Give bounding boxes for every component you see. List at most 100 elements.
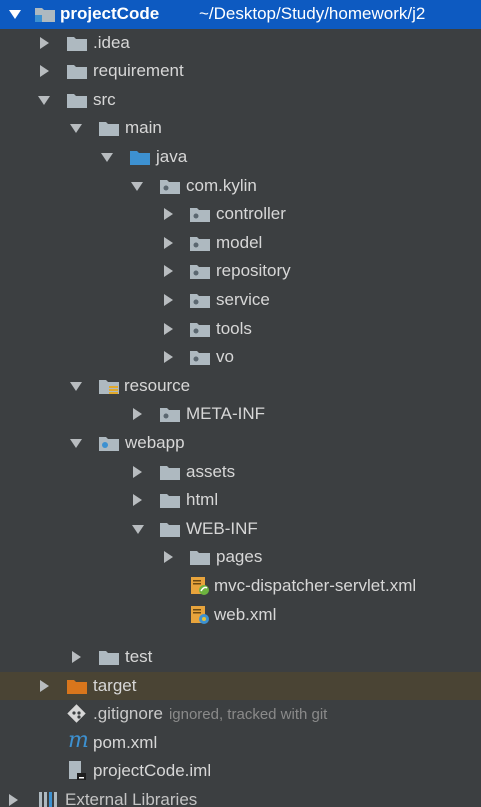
project-name: projectCode xyxy=(60,4,160,23)
folder-label: pages xyxy=(216,547,263,567)
package-icon xyxy=(190,294,210,308)
tree-row-repository[interactable]: repository xyxy=(0,257,481,286)
vcs-status-hint: ignored, tracked with git xyxy=(168,706,328,724)
package-label: repository xyxy=(216,261,291,281)
file-label: mvc-dispatcher-servlet.xml xyxy=(214,576,417,595)
tree-row-main[interactable]: main xyxy=(0,114,481,143)
tree-row-package[interactable]: com.kylin xyxy=(0,172,481,201)
folder-label: requirement xyxy=(93,61,184,81)
folder-icon xyxy=(190,551,210,566)
gitignore-name: .gitignore xyxy=(93,704,163,724)
tree-row-assets[interactable]: assets xyxy=(0,458,481,487)
tree-row-pages[interactable]: pages xyxy=(0,543,481,572)
tree-row-src[interactable]: src xyxy=(0,86,481,115)
source-folder-icon xyxy=(130,151,150,165)
web-xml-file-icon xyxy=(191,605,209,624)
collapse-arrow-icon[interactable] xyxy=(132,524,144,534)
expand-arrow-icon[interactable] xyxy=(40,36,49,49)
package-icon xyxy=(160,408,180,423)
project-tree: projectCode ~/Desktop/Study/homework/j2 … xyxy=(0,0,481,807)
file-label: web.xml xyxy=(214,604,277,624)
tree-row-service[interactable]: service xyxy=(0,286,481,315)
package-icon xyxy=(160,179,180,194)
tree-row-target[interactable]: target xyxy=(0,671,481,701)
expand-arrow-icon[interactable] xyxy=(72,651,81,663)
tree-row-dispatcher-xml[interactable]: mvc-dispatcher-servlet.xml xyxy=(0,572,481,601)
collapse-arrow-icon[interactable] xyxy=(70,439,82,448)
package-icon xyxy=(190,322,210,337)
tree-row-model[interactable]: model xyxy=(0,229,481,258)
expand-arrow-icon[interactable] xyxy=(164,265,173,278)
tree-row-tools[interactable]: tools xyxy=(0,315,481,344)
folder-label: .idea xyxy=(93,32,130,52)
folder-label: assets xyxy=(186,461,236,481)
expand-arrow-icon[interactable] xyxy=(164,322,173,335)
file-label: .gitignore ignored, tracked with git xyxy=(93,705,327,722)
tree-row-pom[interactable]: m pom.xml xyxy=(0,729,481,758)
project-path: ~/Desktop/Study/homework/j2 xyxy=(199,4,426,23)
collapse-arrow-icon[interactable] xyxy=(70,124,82,134)
folder-label: WEB-INF xyxy=(186,518,258,538)
expand-arrow-icon[interactable] xyxy=(164,236,173,249)
library-icon xyxy=(39,792,57,807)
tree-row-idea[interactable]: .idea xyxy=(0,29,481,58)
package-icon xyxy=(190,265,210,280)
tree-row-meta-inf[interactable]: META-INF xyxy=(0,400,481,429)
folder-icon xyxy=(160,494,180,509)
spring-xml-file-icon xyxy=(191,577,209,595)
tree-row-requirement[interactable]: requirement xyxy=(0,57,481,86)
package-icon xyxy=(190,236,210,251)
expand-arrow-icon[interactable] xyxy=(164,208,173,221)
libraries-label: External Libraries xyxy=(65,790,198,807)
folder-label: target xyxy=(93,675,137,695)
resource-folder-icon xyxy=(99,379,119,394)
tree-row-iml[interactable]: projectCode.iml xyxy=(0,757,481,786)
package-label: service xyxy=(216,290,270,309)
expand-arrow-icon[interactable] xyxy=(164,294,173,306)
folder-icon xyxy=(67,93,87,108)
tree-row-html[interactable]: html xyxy=(0,486,481,515)
tree-row-web-xml[interactable]: web.xml xyxy=(0,601,481,630)
tree-row-vo[interactable]: vo xyxy=(0,343,481,372)
folder-label: html xyxy=(186,490,219,510)
collapse-arrow-icon[interactable] xyxy=(70,381,82,391)
expand-arrow-icon[interactable] xyxy=(133,465,142,478)
package-label: vo xyxy=(216,347,234,367)
expand-arrow-icon[interactable] xyxy=(133,494,142,507)
expand-arrow-icon[interactable] xyxy=(133,408,142,421)
folder-icon xyxy=(99,651,119,665)
file-label: projectCode.iml xyxy=(93,761,212,781)
tree-row-gitignore[interactable]: .gitignore ignored, tracked with git xyxy=(0,700,481,729)
excluded-folder-icon xyxy=(67,679,87,694)
folder-icon xyxy=(160,522,180,537)
project-folder-icon xyxy=(35,8,55,22)
package-label: tools xyxy=(216,318,252,338)
tree-row-test[interactable]: test xyxy=(0,643,481,672)
expand-arrow-icon[interactable] xyxy=(164,551,173,564)
tree-row-controller[interactable]: controller xyxy=(0,200,481,229)
tree-row-external-libraries[interactable]: External Libraries xyxy=(0,786,481,807)
folder-label: resource xyxy=(124,375,191,395)
package-icon xyxy=(190,351,210,366)
tree-row-resource[interactable]: resource xyxy=(0,372,481,401)
package-icon xyxy=(190,208,210,223)
expand-arrow-icon[interactable] xyxy=(40,679,49,692)
collapse-arrow-icon[interactable] xyxy=(101,153,113,162)
maven-icon: m xyxy=(68,727,89,753)
tree-row-web-inf[interactable]: WEB-INF xyxy=(0,515,481,544)
module-file-icon xyxy=(69,761,86,781)
collapse-arrow-icon[interactable] xyxy=(38,95,50,105)
folder-icon xyxy=(160,465,180,480)
collapse-arrow-icon[interactable] xyxy=(131,181,143,191)
expand-arrow-icon[interactable] xyxy=(40,65,49,78)
folder-label: test xyxy=(125,647,153,666)
expand-arrow-icon[interactable] xyxy=(164,351,173,364)
folder-label: main xyxy=(125,118,162,138)
tree-row-java[interactable]: java xyxy=(0,143,481,172)
git-file-icon xyxy=(67,704,86,723)
tree-row-project-root[interactable]: projectCode ~/Desktop/Study/homework/j2 xyxy=(0,0,481,29)
expand-arrow-icon[interactable] xyxy=(9,794,18,806)
tree-row-webapp[interactable]: webapp xyxy=(0,429,481,458)
collapse-arrow-icon[interactable] xyxy=(9,10,21,19)
folder-icon xyxy=(67,65,87,80)
